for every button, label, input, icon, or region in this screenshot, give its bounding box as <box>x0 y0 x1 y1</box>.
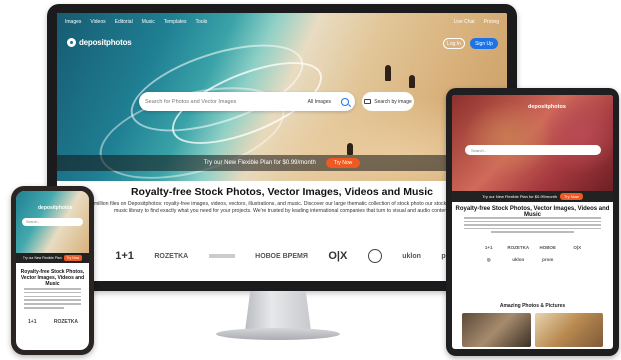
search-bar[interactable]: Search for Photos and Vector Images All … <box>139 92 355 111</box>
camera-icon <box>364 99 372 104</box>
search-filter-dropdown[interactable]: All Images <box>308 99 331 105</box>
smartphone: depositphotos Search... Try our New Flex… <box>11 186 94 355</box>
client-logo: O|X <box>573 245 582 250</box>
promo-text: Try our New Flexible Plan for $0.99/mont… <box>203 160 316 166</box>
tablet-client-logos: 1+1 ROZETKA НОВОЕ O|X ◎ uklon prom <box>474 245 592 263</box>
nav-pricing[interactable]: Pricing <box>484 19 499 25</box>
tablet-intro-text <box>464 217 601 235</box>
tablet-search-input[interactable]: Search... <box>465 145 601 155</box>
client-logo: O|X <box>328 250 348 262</box>
tablet-section-title: Amazing Photos & Pictures <box>499 303 566 309</box>
image-search-label: Search by image <box>374 98 412 105</box>
phone-search-input[interactable]: Search... <box>22 218 83 226</box>
tablet-photo-grid <box>462 313 603 347</box>
site-logo[interactable]: depositphotos <box>67 38 132 47</box>
client-logo: НОВОЕ ВРЕМЯ <box>255 252 308 260</box>
search-input[interactable]: Search for Photos and Vector Images <box>145 99 308 105</box>
client-logo: НОВОЕ <box>539 245 556 250</box>
client-logo: ROZETKA <box>507 245 530 250</box>
main-content: Royalty-free Stock Photos, Vector Images… <box>57 183 507 215</box>
phone-try-button[interactable]: Try Now <box>63 255 83 261</box>
client-logo: 1+1 <box>484 245 493 250</box>
intro-text: million files on Depositphotos: royalty-… <box>93 201 471 214</box>
client-logo: 1+1 <box>28 319 37 325</box>
image-search-button[interactable]: Search by image <box>362 92 414 111</box>
nav-videos[interactable]: Videos <box>90 19 105 25</box>
hero-banner: Images Videos Editorial Music Templates … <box>57 13 507 181</box>
tablet: depositphotos Search... Try our New Flex… <box>446 88 619 356</box>
client-logo: uklon <box>512 257 525 262</box>
login-button[interactable]: Log In <box>443 38 465 49</box>
client-logo-emblem <box>367 249 382 263</box>
client-logo: prom <box>542 257 554 262</box>
beach-person <box>385 65 391 81</box>
client-logo-emblem: ◎ <box>486 257 491 262</box>
client-logo: ROZETKA <box>154 252 189 260</box>
search-icon[interactable] <box>341 97 349 106</box>
phone-promo-banner: Try our New Flexible Plan Try Now <box>16 253 89 263</box>
nav-images[interactable]: Images <box>65 19 81 25</box>
nav-editorial[interactable]: Editorial <box>115 19 133 25</box>
tablet-screen: depositphotos Search... Try our New Flex… <box>452 95 613 349</box>
page-heading: Royalty-free Stock Photos, Vector Images… <box>130 186 434 198</box>
photo-thumbnail[interactable] <box>462 313 531 347</box>
tablet-promo-banner: Try our New Flexible Plan for $0.99/mont… <box>452 191 613 202</box>
phone-intro-text <box>24 288 81 311</box>
tablet-logo: depositphotos <box>528 104 566 110</box>
phone-client-logos: 1+1 ROZETKA <box>28 319 78 325</box>
nav-live-chat[interactable]: Live Chat <box>454 19 475 25</box>
client-logo-blurred <box>208 254 235 258</box>
photo-thumbnail[interactable] <box>534 313 603 347</box>
logo-icon <box>67 38 76 47</box>
client-logos: 1+1 ROZETKA НОВОЕ ВРЕМЯ O|X uklon pro <box>57 249 507 263</box>
client-logo: uklon <box>402 252 421 260</box>
nav-templates[interactable]: Templates <box>164 19 187 25</box>
client-logo-blank <box>563 257 593 263</box>
try-now-button[interactable]: Try Now <box>325 158 361 168</box>
phone-promo-text: Try our New Flexible Plan <box>22 256 62 260</box>
tablet-try-button[interactable]: Try Now <box>560 193 583 200</box>
client-logo: ROZETKA <box>53 319 78 325</box>
phone-screen: depositphotos Search... Try our New Flex… <box>16 191 89 350</box>
beach-person <box>347 143 353 155</box>
beach-person <box>409 75 415 88</box>
phone-heading: Royalty-free Stock Photos, Vector Images… <box>20 269 85 287</box>
nav-music[interactable]: Music <box>142 19 155 25</box>
monitor-stand-base <box>216 328 340 340</box>
logo-text: depositphotos <box>79 38 132 47</box>
tablet-promo-text: Try our New Flexible Plan for $0.99/mont… <box>482 194 558 199</box>
device-mockup-scene: Images Videos Editorial Music Templates … <box>0 0 621 360</box>
top-nav: Images Videos Editorial Music Templates … <box>57 13 507 31</box>
nav-tools[interactable]: Tools <box>196 19 208 25</box>
phone-logo: depositphotos <box>38 205 73 211</box>
signup-button[interactable]: Sign Up <box>470 38 498 49</box>
desktop-screen: Images Videos Editorial Music Templates … <box>57 13 507 281</box>
client-logo: 1+1 <box>115 250 134 262</box>
promo-banner: Try our New Flexible Plan for $0.99/mont… <box>57 155 507 171</box>
monitor-stand <box>245 291 311 331</box>
